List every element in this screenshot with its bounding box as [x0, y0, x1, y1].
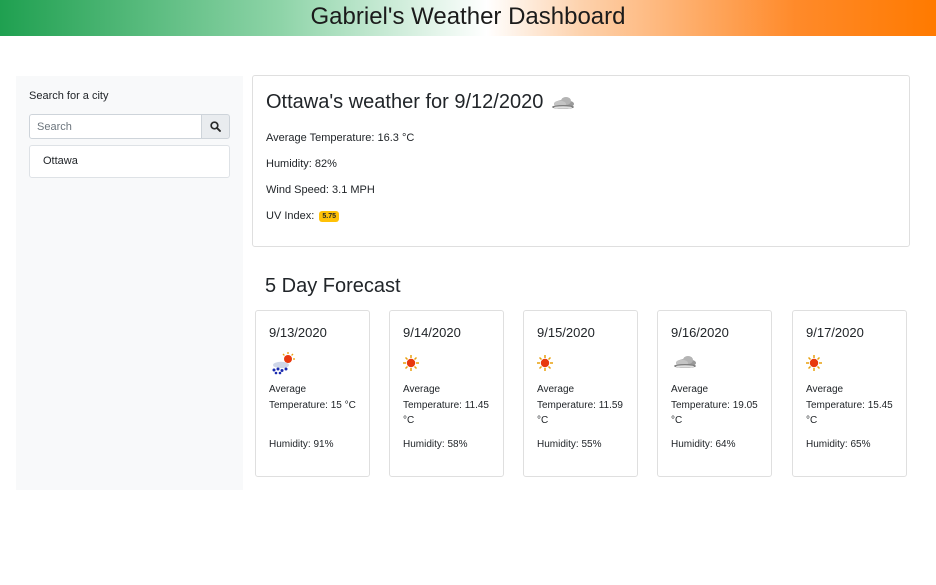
forecast-humidity: Humidity: 55% — [537, 439, 602, 450]
sun-icon — [806, 355, 822, 371]
current-humidity: Humidity: 82% — [266, 158, 337, 170]
forecast-temperature: Average Temperature: 19.05 °C — [671, 384, 758, 426]
forecast-card: 9/17/2020 Average Temperature: 15.45 °C … — [792, 310, 907, 477]
forecast-temperature: Average Temperature: 15 °C — [269, 384, 356, 411]
uv-badge: 5.75 — [319, 211, 339, 222]
forecast-temperature: Average Temperature: 11.59 °C — [537, 384, 623, 426]
rain-sun-icon — [272, 352, 295, 375]
search-group — [29, 114, 230, 139]
current-wind-speed: Wind Speed: 3.1 MPH — [266, 184, 375, 196]
current-temperature: Average Temperature: 16.3 °C — [266, 132, 415, 144]
search-icon — [210, 121, 221, 132]
page-title: Gabriel's Weather Dashboard — [310, 3, 626, 30]
forecast-date: 9/16/2020 — [671, 325, 729, 340]
city-item-ottawa[interactable]: Ottawa — [29, 145, 230, 178]
forecast-card: 9/14/2020 Average Temperature: 11.45 °C … — [389, 310, 504, 477]
search-input[interactable] — [29, 114, 202, 139]
search-button[interactable] — [201, 114, 230, 139]
forecast-date: 9/15/2020 — [537, 325, 595, 340]
forecast-humidity: Humidity: 58% — [403, 439, 468, 450]
sidebar: Search for a city Ottawa — [16, 76, 243, 490]
cloud-icon — [674, 356, 696, 368]
sun-icon — [403, 355, 419, 371]
forecast-date: 9/17/2020 — [806, 325, 864, 340]
forecast-date: 9/13/2020 — [269, 325, 327, 340]
forecast-title: 5 Day Forecast — [265, 275, 401, 297]
sun-icon — [537, 355, 553, 371]
forecast-humidity: Humidity: 65% — [806, 439, 871, 450]
forecast-temperature: Average Temperature: 15.45 °C — [806, 384, 893, 426]
current-weather-title: Ottawa's weather for 9/12/2020 — [266, 91, 577, 114]
forecast-card: 9/13/2020 Average Temperature: 15 °C Hum… — [255, 310, 370, 477]
cloud-icon — [552, 96, 575, 109]
forecast-card: 9/16/2020 Average Temperature: 19.05 °C … — [657, 310, 772, 477]
current-uv-index: UV Index: 5.75 — [266, 210, 339, 222]
forecast-date: 9/14/2020 — [403, 325, 461, 340]
forecast-humidity: Humidity: 64% — [671, 439, 736, 450]
page-header: Gabriel's Weather Dashboard — [0, 0, 936, 36]
forecast-card: 9/15/2020 Average Temperature: 11.59 °C … — [523, 310, 638, 477]
current-weather-heading: Ottawa's weather for 9/12/2020 — [266, 91, 544, 113]
forecast-humidity: Humidity: 91% — [269, 439, 334, 450]
search-label: Search for a city — [29, 90, 109, 102]
forecast-temperature: Average Temperature: 11.45 °C — [403, 384, 489, 426]
city-history-list: Ottawa — [29, 145, 230, 178]
current-weather-card: Ottawa's weather for 9/12/2020 Average T… — [252, 75, 910, 247]
uv-label: UV Index: — [266, 210, 315, 222]
